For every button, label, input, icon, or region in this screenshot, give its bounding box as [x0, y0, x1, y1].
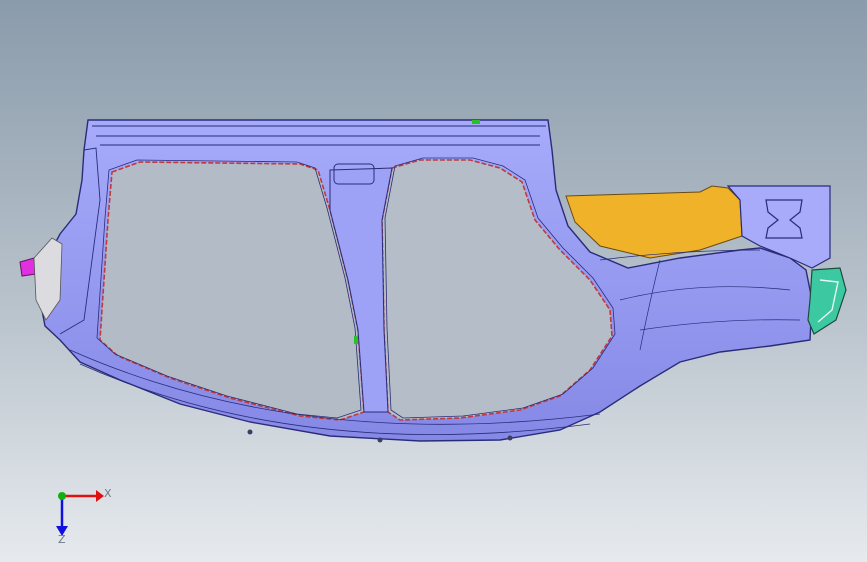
cad-viewport[interactable]: X Z: [0, 0, 867, 562]
marker-green-1: [472, 120, 480, 124]
stud-1: [247, 429, 253, 435]
tail-lamp: [807, 267, 847, 335]
axis-triad: X Z: [40, 480, 130, 550]
marker-green-2: [354, 336, 358, 344]
stud-2: [377, 437, 383, 443]
x-axis-label: X: [104, 487, 112, 500]
rear-inner-panel: [565, 185, 743, 259]
stud-3: [507, 435, 513, 441]
axis-triad-graphic: [56, 490, 104, 536]
z-axis-label: Z: [58, 533, 66, 546]
body-side-panel-model[interactable]: [0, 0, 867, 562]
front-tab: [19, 257, 37, 277]
